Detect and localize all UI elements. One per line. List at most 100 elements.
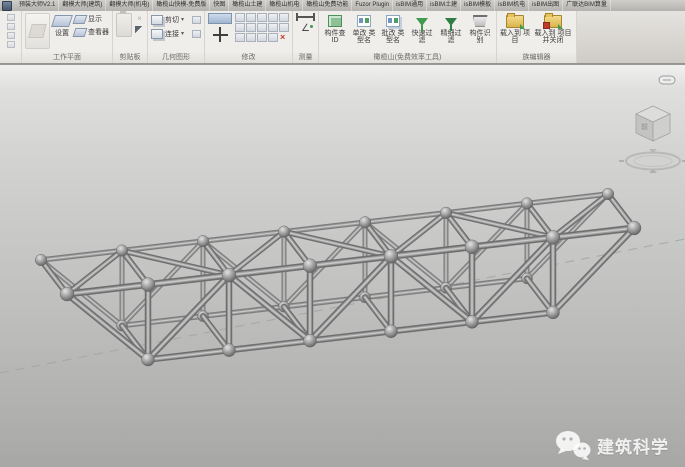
query-id-label: 构件查ID xyxy=(322,30,348,44)
move-icon[interactable] xyxy=(213,27,228,42)
application-window: 预装大师V2.1翻模大师(建筑)翻模大师(机电)橄榄山快模-免费版快图橄榄山土建… xyxy=(0,0,685,467)
viewer-icon xyxy=(73,28,88,37)
ribbon-tab-10[interactable]: isBIM通用 xyxy=(393,0,427,11)
modify-tool-icon[interactable] xyxy=(235,33,245,42)
join-geometry-label: 连接 xyxy=(165,29,179,39)
cut-geometry-button[interactable]: 剪切 ▾ xyxy=(151,13,201,26)
rename-single-button[interactable]: 单改 类型名 xyxy=(351,13,377,44)
modify-tool-icon[interactable] xyxy=(268,23,278,32)
measure-distance-icon[interactable] xyxy=(296,13,315,21)
join-geometry-button[interactable]: 连接 ▾ xyxy=(151,27,201,40)
modify-tool-icon[interactable] xyxy=(235,23,245,32)
modify-tool-icon[interactable] xyxy=(279,23,289,32)
truss-model[interactable] xyxy=(35,188,641,366)
folder-load-close-icon xyxy=(544,15,562,28)
measure-angle-icon[interactable]: ∠ xyxy=(301,24,310,34)
ribbon-tab-bar: 预装大师V2.1翻模大师(建筑)翻模大师(机电)橄榄山快模-免费版快图橄榄山土建… xyxy=(0,0,685,11)
load-into-project-close-button[interactable]: 载入到 项目并关闭 xyxy=(533,13,573,44)
element-recognize-icon xyxy=(473,15,488,27)
modify-tool-icon[interactable] xyxy=(246,33,256,42)
ribbon-tab-5[interactable]: 快图 xyxy=(210,0,229,11)
ribbon-tab-8[interactable]: 橄榄山免费功能 xyxy=(303,0,352,11)
ribbon-tab-15[interactable]: 广联达BIM算量 xyxy=(563,0,611,11)
chevron-down-icon[interactable]: ▾ xyxy=(181,30,184,37)
modify-tool-icon[interactable] xyxy=(235,13,245,22)
modify-tool-icon[interactable] xyxy=(257,23,267,32)
scene-svg: 前 xyxy=(0,65,685,467)
small-tool-icon-2[interactable] xyxy=(7,23,15,30)
small-tool-icon-4[interactable] xyxy=(7,41,15,48)
rename-batch-button[interactable]: 批改 类型名 xyxy=(380,13,406,44)
viewport-3d[interactable]: 前 建筑科学 xyxy=(0,64,685,467)
query-id-button[interactable]: 构件查ID xyxy=(322,13,348,44)
panel-clipboard-label: 剪贴板 xyxy=(113,52,147,63)
compass-inner-ring xyxy=(634,156,672,167)
geometry-extra-icon-1[interactable] xyxy=(192,16,201,24)
small-tool-icon-3[interactable] xyxy=(7,32,15,39)
align-icon[interactable] xyxy=(208,13,232,24)
match-type-icon[interactable] xyxy=(135,26,144,35)
modify-tool-icon[interactable] xyxy=(246,13,256,22)
panel-clipboard: × 剪贴板 xyxy=(113,11,148,63)
load-into-project-close-label: 载入到 项目并关闭 xyxy=(533,30,573,44)
fine-filter-icon xyxy=(445,18,457,26)
fine-filter-button[interactable]: 精细过滤 xyxy=(438,13,464,44)
viewcube-front-label: 前 xyxy=(641,122,648,131)
small-tool-icon-1[interactable] xyxy=(7,14,15,21)
panel-family-editor: 载入到 项目 载入到 项目并关闭 族编辑器 xyxy=(497,11,577,63)
modify-tool-icon[interactable] xyxy=(257,13,267,22)
panel-measure-label: 测量 xyxy=(293,52,318,63)
ribbon: 设置 显示 查看器 工作平面 xyxy=(0,11,685,64)
cut-geometry-icon xyxy=(151,15,163,25)
ribbon-tab-14[interactable]: isBIM出图 xyxy=(529,0,563,11)
geometry-extra-icon-2[interactable] xyxy=(192,30,201,38)
modify-tool-icon[interactable] xyxy=(268,13,278,22)
steering-wheel-control[interactable] xyxy=(659,76,675,84)
load-into-project-button[interactable]: 载入到 项目 xyxy=(500,13,530,44)
panel-glodon-tools: 构件查ID 单改 类型名 批改 类型名 快速过滤 精细过滤 xyxy=(319,11,497,63)
quick-filter-button[interactable]: 快速过滤 xyxy=(409,13,435,44)
element-recognize-button[interactable]: 构件识别 xyxy=(467,13,493,44)
panel-geometry-label: 几何图形 xyxy=(148,52,204,63)
panel-modify: 修改 xyxy=(205,11,293,63)
ribbon-tab-13[interactable]: isBIM机电 xyxy=(495,0,529,11)
modify-tool-icon[interactable] xyxy=(268,33,278,42)
modify-tool-icon[interactable] xyxy=(279,13,289,22)
rename-batch-icon xyxy=(386,15,400,27)
ribbon-empty-area xyxy=(577,11,685,63)
paste-icon xyxy=(116,13,132,37)
app-icon[interactable] xyxy=(2,1,12,11)
chevron-down-icon[interactable]: ▾ xyxy=(181,16,184,23)
ribbon-tab-1[interactable]: 预装大师V2.1 xyxy=(16,0,59,11)
workplane-icon xyxy=(51,15,73,27)
watermark: 建筑科学 xyxy=(555,430,669,460)
disabled-big-button xyxy=(25,13,50,49)
ribbon-tab-2[interactable]: 翻模大师(建筑) xyxy=(59,0,106,11)
delete-icon[interactable] xyxy=(279,33,289,42)
ribbon-tab-11[interactable]: isBIM土建 xyxy=(427,0,461,11)
ribbon-tab-12[interactable]: isBIM模板 xyxy=(461,0,495,11)
viewer-button[interactable]: 查看器 xyxy=(74,26,109,38)
modify-tool-icon[interactable] xyxy=(257,33,267,42)
show-workplane-button[interactable]: 显示 xyxy=(74,13,109,25)
set-workplane-button[interactable]: 设置 xyxy=(53,13,71,37)
quick-filter-label: 快速过滤 xyxy=(409,30,435,44)
ghost-plane-icon xyxy=(28,24,46,38)
ribbon-tab-7[interactable]: 橄榄山机电 xyxy=(266,0,303,11)
ribbon-tab-4[interactable]: 橄榄山快模-免费版 xyxy=(153,0,210,11)
rename-batch-label: 批改 类型名 xyxy=(380,30,406,44)
fine-filter-label: 精细过滤 xyxy=(438,30,464,44)
panel-left-stub xyxy=(0,11,22,63)
folder-load-icon xyxy=(506,15,524,28)
cut-icon: × xyxy=(137,15,142,23)
viewcube[interactable]: 前 xyxy=(619,106,685,173)
rename-single-icon xyxy=(357,15,371,27)
modify-tool-icon[interactable] xyxy=(246,23,256,32)
tab-strip: 预装大师V2.1翻模大师(建筑)翻模大师(机电)橄榄山快模-免费版快图橄榄山土建… xyxy=(16,0,611,11)
ribbon-tab-3[interactable]: 翻模大师(机电) xyxy=(106,0,153,11)
ribbon-tab-9[interactable]: Fuzor Plugin xyxy=(352,0,393,11)
watermark-text: 建筑科学 xyxy=(597,433,669,458)
query-id-icon xyxy=(328,15,342,27)
viewer-label: 查看器 xyxy=(88,27,109,37)
ribbon-tab-6[interactable]: 橄榄山土建 xyxy=(229,0,266,11)
